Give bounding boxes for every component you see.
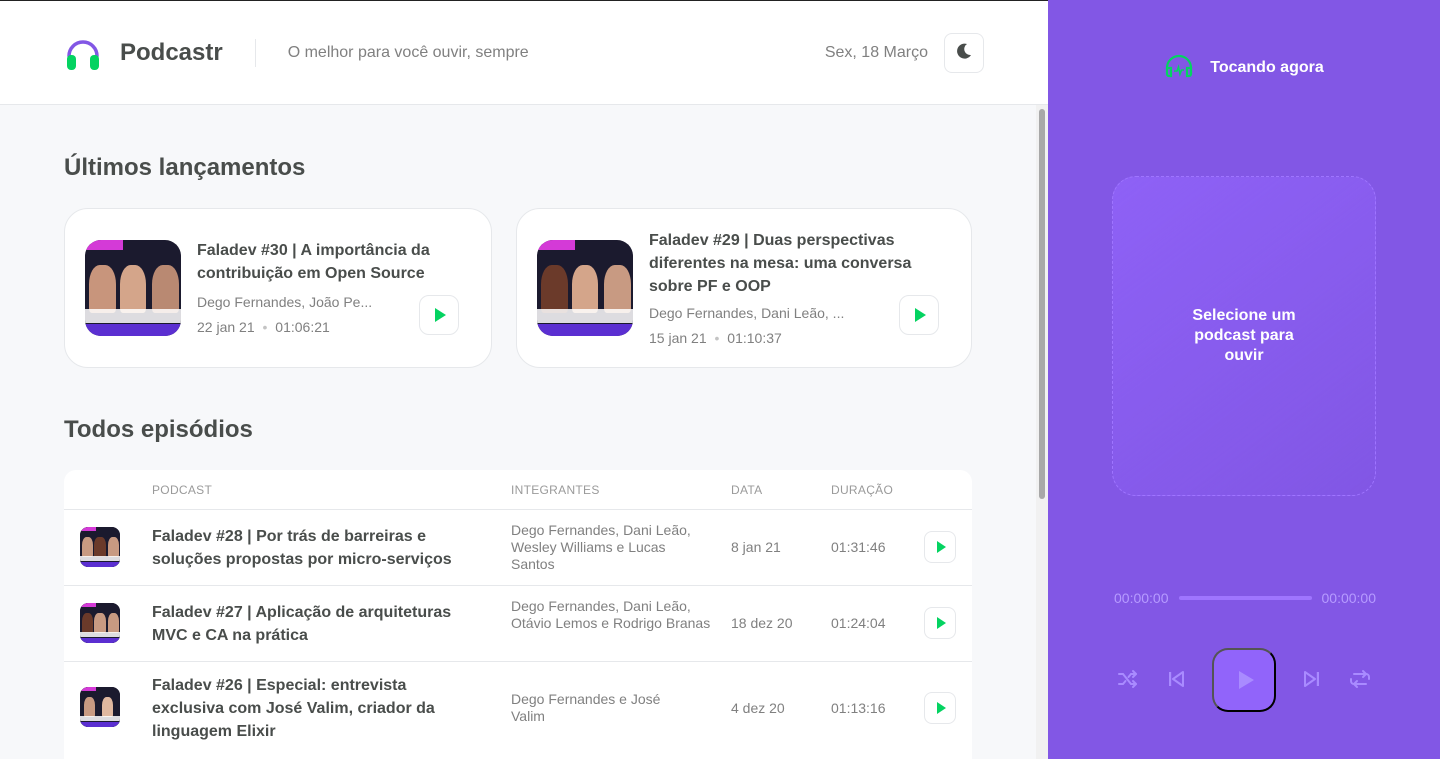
play-episode-button[interactable] (924, 607, 956, 639)
episode-members: Dego Fernandes, Dani Leão, Otávio Lemos … (511, 598, 711, 631)
current-time: 00:00:00 (1114, 590, 1169, 606)
empty-player-placeholder: Selecione um podcast para ouvir (1112, 176, 1376, 496)
card-title[interactable]: Faladev #29 | Duas perspectivas diferent… (649, 229, 939, 298)
previous-icon (1169, 671, 1184, 687)
episode-date: 8 jan 21 (731, 539, 781, 555)
logo: Podcastr (64, 34, 223, 72)
next-button[interactable] (1300, 667, 1324, 691)
episode-thumbnail[interactable] (80, 527, 120, 567)
episode-members: Dego Fernandes e José Valim (511, 691, 661, 724)
scrollbar-thumb[interactable] (1039, 109, 1045, 499)
episodes-table: Podcast Integrantes Data Duração Faladev… (64, 470, 972, 759)
current-date: Sex, 18 Março (824, 43, 928, 61)
all-episodes-heading: Todos episódios (64, 416, 253, 443)
repeat-icon (1350, 670, 1370, 688)
card-duration: 01:10:37 (727, 330, 782, 346)
meta-separator: • (714, 330, 720, 346)
latest-heading: Últimos lançamentos (64, 154, 306, 181)
play-icon (435, 308, 446, 322)
episode-date: 18 dez 20 (731, 615, 793, 631)
table-row: Faladev #28 | Por trás de barreiras e so… (64, 509, 972, 585)
episode-duration: 01:24:04 (831, 615, 886, 631)
episode-title-link[interactable]: Faladev #27 | Aplicação de arquiteturas … (152, 601, 482, 647)
play-icon (936, 541, 946, 553)
card-date: 15 jan 21 (649, 330, 707, 346)
play-episode-button[interactable] (924, 531, 956, 563)
column-header-duration: Duração (831, 483, 894, 497)
card-date: 22 jan 21 (197, 319, 255, 335)
play-button[interactable] (1212, 648, 1276, 712)
episode-duration: 01:13:16 (831, 700, 886, 716)
play-episode-button[interactable] (899, 295, 939, 335)
episode-title-link[interactable]: Faladev #28 | Por trás de barreiras e so… (152, 525, 482, 571)
play-icon (936, 617, 946, 629)
play-episode-button[interactable] (924, 692, 956, 724)
episode-duration: 01:31:46 (831, 539, 886, 555)
card-members: Dego Fernandes, Dani Leão, ... (649, 305, 845, 321)
next-icon (1304, 671, 1319, 687)
player-controls (1048, 648, 1440, 712)
episode-thumbnail[interactable] (537, 240, 633, 336)
play-icon (1238, 671, 1254, 689)
player-panel: Tocando agora Selecione um podcast para … (1048, 0, 1440, 759)
play-icon (915, 308, 926, 322)
empty-player-message: Selecione um podcast para ouvir (1192, 307, 1296, 364)
episode-thumbnail[interactable] (80, 603, 120, 643)
card-members: Dego Fernandes, João Pe... (197, 294, 373, 310)
moon-icon (955, 42, 973, 63)
theme-toggle-button[interactable] (944, 32, 984, 73)
brand-name: Podcastr (120, 38, 223, 66)
latest-episode-card[interactable]: Faladev #30 | A importância da contribui… (64, 208, 492, 368)
progress-bar: 00:00:00 00:00:00 (1114, 590, 1376, 606)
table-row: Faladev #27 | Aplicação de arquiteturas … (64, 585, 972, 661)
card-meta: 22 jan 21 • 01:06:21 (197, 319, 330, 335)
repeat-button[interactable] (1348, 667, 1372, 691)
column-header-podcast: Podcast (152, 483, 213, 497)
episode-members: Dego Fernandes, Dani Leão, Wesley Willia… (511, 522, 691, 572)
main-content: Podcastr O melhor para você ouvir, sempr… (0, 0, 1048, 759)
play-episode-button[interactable] (419, 295, 459, 335)
shuffle-icon (1118, 670, 1137, 688)
episode-title-link[interactable]: Faladev #26 | Especial: entrevista exclu… (152, 674, 482, 743)
card-title[interactable]: Faladev #30 | A importância da contribui… (197, 239, 467, 285)
episode-thumbnail[interactable] (80, 687, 120, 727)
headphones-icon (1164, 52, 1194, 83)
table-row: Faladev #26 | Especial: entrevista exclu… (64, 661, 972, 753)
now-playing-label: Tocando agora (1210, 58, 1324, 76)
header-divider (254, 38, 256, 67)
header: Podcastr O melhor para você ouvir, sempr… (0, 1, 1048, 105)
headphones-logo-icon (64, 34, 102, 72)
previous-button[interactable] (1164, 667, 1188, 691)
episode-thumbnail[interactable] (85, 240, 181, 336)
column-header-date: Data (731, 483, 763, 497)
play-icon (936, 702, 946, 714)
meta-separator: • (262, 319, 268, 335)
column-header-members: Integrantes (511, 483, 600, 497)
card-duration: 01:06:21 (275, 319, 330, 335)
episode-date: 4 dez 20 (731, 700, 785, 716)
total-time: 00:00:00 (1321, 590, 1377, 606)
progress-track[interactable] (1178, 596, 1312, 600)
now-playing-header: Tocando agora (1048, 52, 1440, 83)
tagline: O melhor para você ouvir, sempre (287, 43, 529, 61)
main-scrollbar[interactable] (1036, 105, 1048, 759)
card-meta: 15 jan 21 • 01:10:37 (649, 330, 782, 346)
latest-episode-card[interactable]: Faladev #29 | Duas perspectivas diferent… (516, 208, 972, 368)
shuffle-button[interactable] (1116, 667, 1140, 691)
